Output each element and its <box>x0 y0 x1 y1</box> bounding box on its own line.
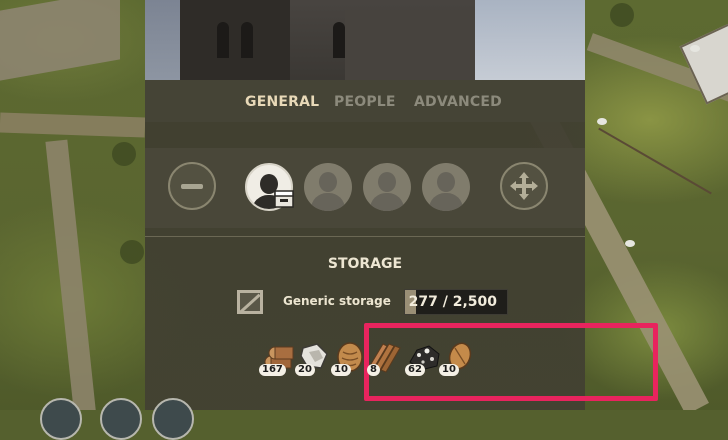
sheep[interactable] <box>625 240 635 247</box>
remove-worker-button[interactable] <box>168 162 216 210</box>
worker-slot-empty[interactable] <box>363 163 411 211</box>
minus-icon <box>181 184 203 189</box>
toolbar-button[interactable] <box>152 398 194 440</box>
resource-planks[interactable]: 8 <box>367 340 403 376</box>
sheep[interactable] <box>690 45 700 52</box>
person-icon <box>378 172 396 192</box>
resource-count: 10 <box>439 364 459 376</box>
resource-count: 10 <box>331 364 351 376</box>
add-worker-button[interactable] <box>500 162 548 210</box>
resource-stone[interactable]: 20 <box>295 340 331 376</box>
storage-type-label: Generic storage <box>283 294 391 308</box>
person-icon <box>437 172 455 192</box>
resource-count: 20 <box>295 364 315 376</box>
storage-capacity-value: 277 / 2,500 <box>408 294 497 310</box>
storage-badge-icon <box>274 190 294 208</box>
tree <box>120 240 144 264</box>
sheep[interactable] <box>597 118 607 125</box>
crate-icon <box>237 290 263 314</box>
resource-count: 167 <box>259 364 286 376</box>
building-panel: GENERAL PEOPLE ADVANCED STORAGE Generic … <box>145 0 658 410</box>
storage-title: STORAGE <box>327 256 403 272</box>
resource-logs[interactable]: 167 <box>259 340 295 376</box>
worker-slots <box>145 148 585 228</box>
resource-nut[interactable]: 10 <box>331 340 367 376</box>
resource-seed[interactable]: 10 <box>439 340 475 376</box>
move-cross-icon <box>510 172 538 200</box>
person-icon <box>319 172 337 192</box>
tab-people[interactable]: PEOPLE <box>334 94 396 110</box>
building-preview-image <box>145 0 585 80</box>
tree <box>112 142 136 166</box>
storage-capacity-bar: 277 / 2,500 <box>404 289 508 315</box>
tree <box>610 3 634 27</box>
resource-count: 62 <box>405 364 425 376</box>
toolbar-button[interactable] <box>100 398 142 440</box>
resource-count: 8 <box>367 364 380 376</box>
tab-general[interactable]: GENERAL <box>245 94 319 110</box>
tab-advanced[interactable]: ADVANCED <box>414 94 502 110</box>
worker-slot-empty[interactable] <box>304 163 352 211</box>
resource-iron-ore[interactable]: 62 <box>405 340 441 376</box>
worker-slot-empty[interactable] <box>422 163 470 211</box>
toolbar-button[interactable] <box>40 398 82 440</box>
tab-bar: GENERAL PEOPLE ADVANCED <box>145 80 585 122</box>
